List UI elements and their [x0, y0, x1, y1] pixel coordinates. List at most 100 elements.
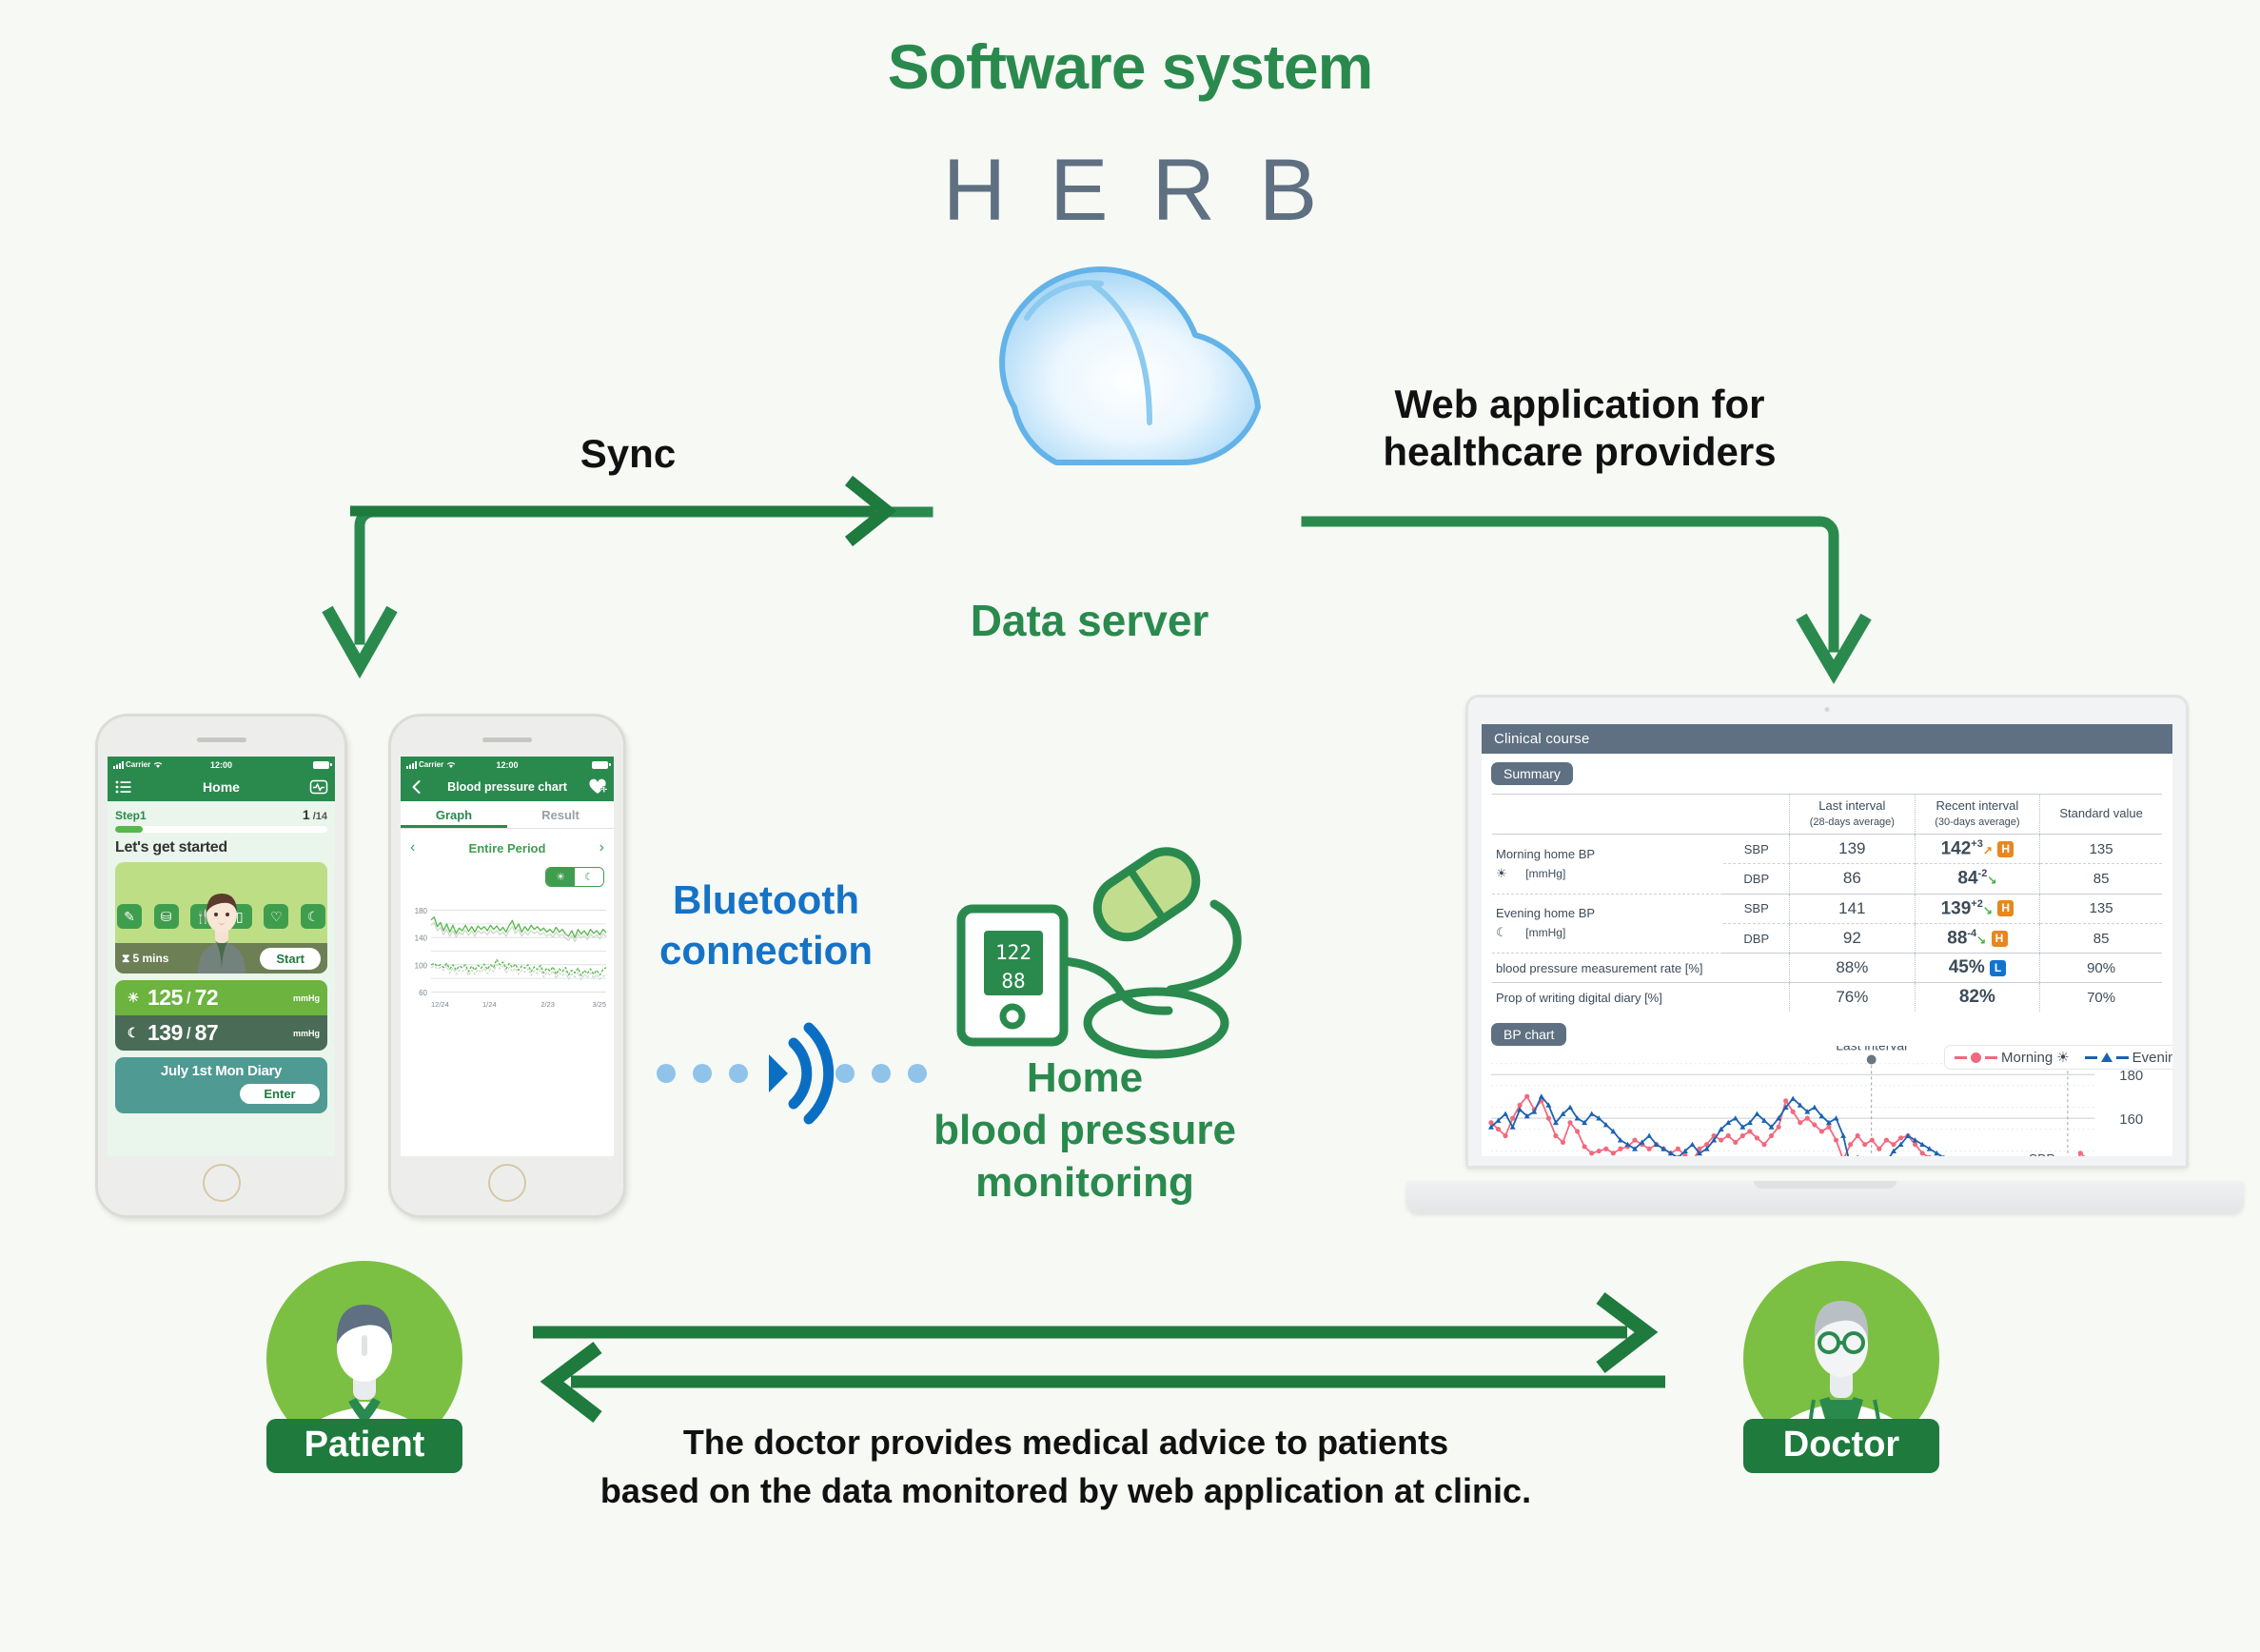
- moon-icon: ☾: [127, 1025, 140, 1040]
- arrow-patient-to-doctor: [533, 1292, 1659, 1373]
- morning-systolic: 125: [147, 985, 183, 1010]
- home-bp-line2: blood pressure: [933, 1107, 1236, 1153]
- data-server-label: Data server: [970, 596, 1209, 645]
- th-standard-value: Standard value: [2039, 794, 2162, 835]
- phone1-screen: Carrier 12:00 Home Step1 1 /14 Let's get…: [108, 757, 335, 1156]
- tab-graph[interactable]: Graph: [401, 801, 507, 828]
- phone2-bp-graph: 180 140 100 60 12/24 1/24 2/23 3/25: [401, 887, 614, 1019]
- diary-title: July 1st Mon Diary: [160, 1063, 283, 1079]
- chevron-left-icon[interactable]: ‹: [410, 839, 415, 856]
- arrow-sync: [350, 475, 897, 547]
- phone1-title: Home: [203, 779, 240, 795]
- status-time: 12:00: [209, 759, 233, 770]
- home-bp-line3: monitoring: [975, 1159, 1194, 1206]
- metric-dbp: DBP: [1723, 863, 1790, 895]
- table-row: Evening home BP ☾ [mmHg] SBP 141 139+2↘: [1492, 894, 2162, 954]
- evening-dbp-last: 92: [1789, 923, 1916, 954]
- summary-table: Last interval (28-days average) Recent in…: [1492, 794, 2162, 1013]
- morning-home-bp-label: Morning home BP: [1496, 846, 1596, 861]
- bp-chart-section: BP chart Morning ☀ Evening ☾ 1: [1482, 1019, 2172, 1156]
- svg-text:Last interval: Last interval: [1836, 1046, 1907, 1053]
- diary-prop-last: 76%: [1789, 982, 1916, 1013]
- sync-label: Sync: [580, 431, 677, 476]
- measurement-rate-recent: 45% L: [1914, 953, 2040, 984]
- morning-dbp-recent: 84-2↘: [1914, 863, 2040, 895]
- svg-text:180: 180: [2119, 1070, 2143, 1085]
- svg-text:100: 100: [415, 961, 428, 970]
- summary-chip[interactable]: Summary: [1491, 762, 1573, 785]
- list-icon[interactable]: [114, 777, 133, 796]
- web-label-line2: healthcare providers: [1383, 428, 1777, 474]
- status-badge-h: H: [1991, 930, 2008, 947]
- legend-evening: Evening ☾: [2084, 1049, 2172, 1066]
- row-group-evening: Evening home BP ☾ [mmHg]: [1492, 894, 1724, 954]
- heart-plus-icon[interactable]: [588, 777, 607, 796]
- evening-dbp-standard: 85: [2039, 923, 2162, 954]
- evening-sbp-last: 141: [1789, 894, 1916, 924]
- diagram-root: Software system HERB 122 88 Sync Web app…: [0, 0, 2260, 1652]
- table-row: Morning home BP ☀ [mmHg] SBP 139 142+3↗: [1492, 834, 2162, 895]
- morning-evening-toggle[interactable]: ☀ ☾: [545, 867, 604, 887]
- metric-sbp: SBP: [1723, 894, 1790, 924]
- patient-phone-home: Carrier 12:00 Home Step1 1 /14 Let's get…: [95, 714, 347, 1218]
- arrow-cloud-to-laptop: [1301, 516, 1872, 684]
- start-button[interactable]: Start: [260, 947, 321, 970]
- bp-chart-chip[interactable]: BP chart: [1491, 1023, 1567, 1047]
- bluetooth-label: Bluetooth connection: [619, 875, 914, 975]
- tab-result[interactable]: Result: [507, 801, 614, 828]
- arrow-doctor-to-patient: [540, 1342, 1665, 1423]
- patient-badge: Patient: [255, 1261, 474, 1473]
- heart-rate-icon[interactable]: [309, 777, 328, 796]
- phone-home-button[interactable]: [202, 1164, 241, 1202]
- morning-diastolic: 72: [194, 985, 219, 1010]
- clinical-course-header: Clinical course: [1482, 724, 2172, 754]
- phone-speaker: [482, 738, 532, 742]
- svg-text:SBP: SBP: [2029, 1151, 2055, 1156]
- trend-down-icon: ↘: [1982, 902, 1993, 916]
- evening-sbp-recent: 139+2↘ H: [1914, 894, 2040, 924]
- heart-pulse-icon: ♡: [264, 904, 289, 929]
- phone1-status-bar: Carrier 12:00: [108, 757, 335, 773]
- patient-phone-bp-chart: Carrier 12:00 Blood pressure chart Graph: [388, 714, 626, 1218]
- step-row: Step1 1 /14: [115, 807, 327, 822]
- toggle-evening[interactable]: ☾: [575, 868, 603, 886]
- phone2-chart-svg: 180 140 100 60 12/24 1/24 2/23 3/25: [415, 907, 607, 1009]
- th-recent-interval: Recent interval (30-days average): [1914, 794, 2040, 835]
- sunrise-icon: ☀: [127, 990, 140, 1005]
- status-badge-h: H: [1997, 840, 2014, 857]
- diary-card[interactable]: July 1st Mon Diary Enter: [115, 1057, 327, 1113]
- status-time: 12:00: [496, 759, 519, 770]
- laptop-lid: Clinical course Summary Last interval (28…: [1465, 695, 2189, 1169]
- morning-dbp-standard: 85: [2039, 863, 2162, 895]
- table-header-row: Last interval (28-days average) Recent in…: [1492, 794, 2162, 835]
- th-blank: [1492, 794, 1790, 835]
- home-bp-monitoring-label: Home blood pressure monitoring: [885, 1052, 1285, 1209]
- bp-summary-card[interactable]: ☀ 125 / 72 mmHg ☾ 139 / 87 mmHg: [115, 980, 327, 1051]
- phone2-tabs: Graph Result: [401, 801, 614, 829]
- phone-home-button[interactable]: [488, 1164, 526, 1202]
- metric-dbp: DBP: [1723, 923, 1790, 954]
- diary-enter-button[interactable]: Enter: [240, 1084, 320, 1104]
- measurement-rate-label: blood pressure measurement rate [%]: [1492, 953, 1790, 984]
- status-badge-l: L: [1990, 959, 2007, 976]
- morning-sbp-recent: 142+3↗ H: [1914, 834, 2040, 865]
- evening-systolic: 139: [147, 1020, 183, 1045]
- bp-row-evening: ☾ 139 / 87 mmHg: [115, 1015, 327, 1051]
- toggle-morning[interactable]: ☀: [546, 868, 575, 886]
- sunrise-icon: ☀: [1496, 865, 1507, 880]
- battery-icon: [313, 760, 332, 769]
- chevron-right-icon[interactable]: ›: [599, 839, 604, 856]
- lesson-footer: ⧗ 5 mins Start: [115, 943, 327, 974]
- phone1-body: Step1 1 /14 Let's get started ✎ ⛁ 🍴 ▯ ♡ …: [108, 801, 335, 1156]
- diary-prop-recent: 82%: [1914, 982, 2040, 1013]
- step-progress-bar: [115, 826, 327, 833]
- back-chevron-icon[interactable]: [407, 777, 426, 796]
- lesson-hero-card[interactable]: ✎ ⛁ 🍴 ▯ ♡ ☾ ⧗ 5 mins Start: [115, 862, 327, 974]
- home-bp-line1: Home: [1026, 1054, 1144, 1101]
- period-label[interactable]: Entire Period: [469, 841, 546, 856]
- trend-up-icon: ↗: [1982, 843, 1993, 857]
- trend-down-icon: ↘: [1987, 873, 1997, 887]
- th-last-interval: Last interval (28-days average): [1789, 794, 1916, 835]
- phone2-status-bar: Carrier 12:00: [401, 757, 614, 773]
- svg-text:12/24: 12/24: [431, 1000, 449, 1009]
